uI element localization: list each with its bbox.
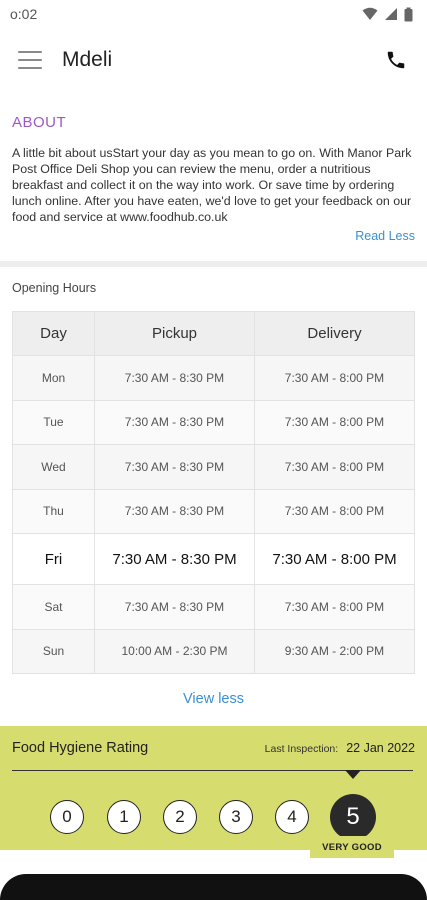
rating-2: 2 [163,800,197,834]
battery-icon [404,7,413,21]
rating-5-selected: 5 [330,794,376,840]
delivery-cell: 7:30 AM - 8:00 PM [254,355,415,401]
rating-scale: 0 1 2 3 4 5 [50,792,380,840]
inspection-label: Last Inspection: [264,743,339,755]
rating-verdict-badge: VERY GOOD [310,836,394,858]
pickup-cell: 7:30 AM - 8:30 PM [94,444,255,490]
wifi-icon [362,7,378,20]
rating-4: 4 [275,800,309,834]
status-bar: o:02 [0,0,427,28]
day-cell: Thu [12,488,95,534]
rating-1: 1 [107,800,141,834]
table-row: Wed 7:30 AM - 8:30 PM 7:30 AM - 8:00 PM [12,444,415,490]
table-row: Sat 7:30 AM - 8:30 PM 7:30 AM - 8:00 PM [12,584,415,630]
pickup-cell: 7:30 AM - 8:30 PM [94,355,255,401]
opening-hours-title: Opening Hours [12,281,97,295]
delivery-cell: 7:30 AM - 8:00 PM [254,444,415,490]
about-text: A little bit about usStart your day as y… [12,146,412,224]
table-row: Tue 7:30 AM - 8:30 PM 7:30 AM - 8:00 PM [12,399,415,445]
inspection-date: 22 Jan 2022 [346,741,415,755]
app-bar: Mdeli [0,28,427,92]
delivery-cell: 7:30 AM - 8:00 PM [254,584,415,630]
delivery-cell: 9:30 AM - 2:00 PM [254,628,415,674]
day-cell: Wed [12,444,95,490]
delivery-cell: 7:30 AM - 8:00 PM [254,533,415,585]
about-heading: ABOUT [12,114,67,131]
phone-icon[interactable] [383,47,409,73]
hamburger-icon[interactable] [18,51,42,69]
day-cell: Sun [12,628,95,674]
column-header-day: Day [12,311,95,356]
table-row-today: Fri 7:30 AM - 8:30 PM 7:30 AM - 8:00 PM [12,533,415,585]
opening-hours-table: Day Pickup Delivery Mon 7:30 AM - 8:30 P… [12,311,415,674]
app-title: Mdeli [62,48,113,71]
view-less-link[interactable]: View less [12,674,415,726]
day-cell: Tue [12,399,95,445]
rating-3: 3 [219,800,253,834]
column-header-delivery: Delivery [254,311,415,356]
column-header-pickup: Pickup [94,311,255,356]
pickup-cell: 7:30 AM - 8:30 PM [94,488,255,534]
delivery-cell: 7:30 AM - 8:00 PM [254,399,415,445]
table-row: Mon 7:30 AM - 8:30 PM 7:30 AM - 8:00 PM [12,355,415,401]
day-cell: Sat [12,584,95,630]
pickup-cell: 10:00 AM - 2:30 PM [94,628,255,674]
navigation-bar [0,874,427,900]
rating-pointer-icon [345,770,361,779]
pickup-cell: 7:30 AM - 8:30 PM [94,399,255,445]
food-hygiene-rating: Food Hygiene Rating Last Inspection: 22 … [0,726,427,850]
hygiene-title: Food Hygiene Rating [12,740,149,756]
pickup-cell: 7:30 AM - 8:30 PM [94,584,255,630]
day-cell: Mon [12,355,95,401]
signal-icon [385,8,397,20]
rating-0: 0 [50,800,84,834]
day-cell: Fri [12,533,95,585]
about-section: ABOUT A little bit about usStart your da… [0,92,427,261]
table-row: Sun 10:00 AM - 2:30 PM 9:30 AM - 2:00 PM [12,628,415,674]
status-icons [362,7,413,22]
opening-hours-section: Opening Hours Day Pickup Delivery Mon 7:… [0,267,427,726]
pickup-cell: 7:30 AM - 8:30 PM [94,533,255,585]
delivery-cell: 7:30 AM - 8:00 PM [254,488,415,534]
read-less-link[interactable]: Read Less [12,229,415,243]
status-time: o:02 [10,6,38,22]
table-row: Thu 7:30 AM - 8:30 PM 7:30 AM - 8:00 PM [12,488,415,534]
